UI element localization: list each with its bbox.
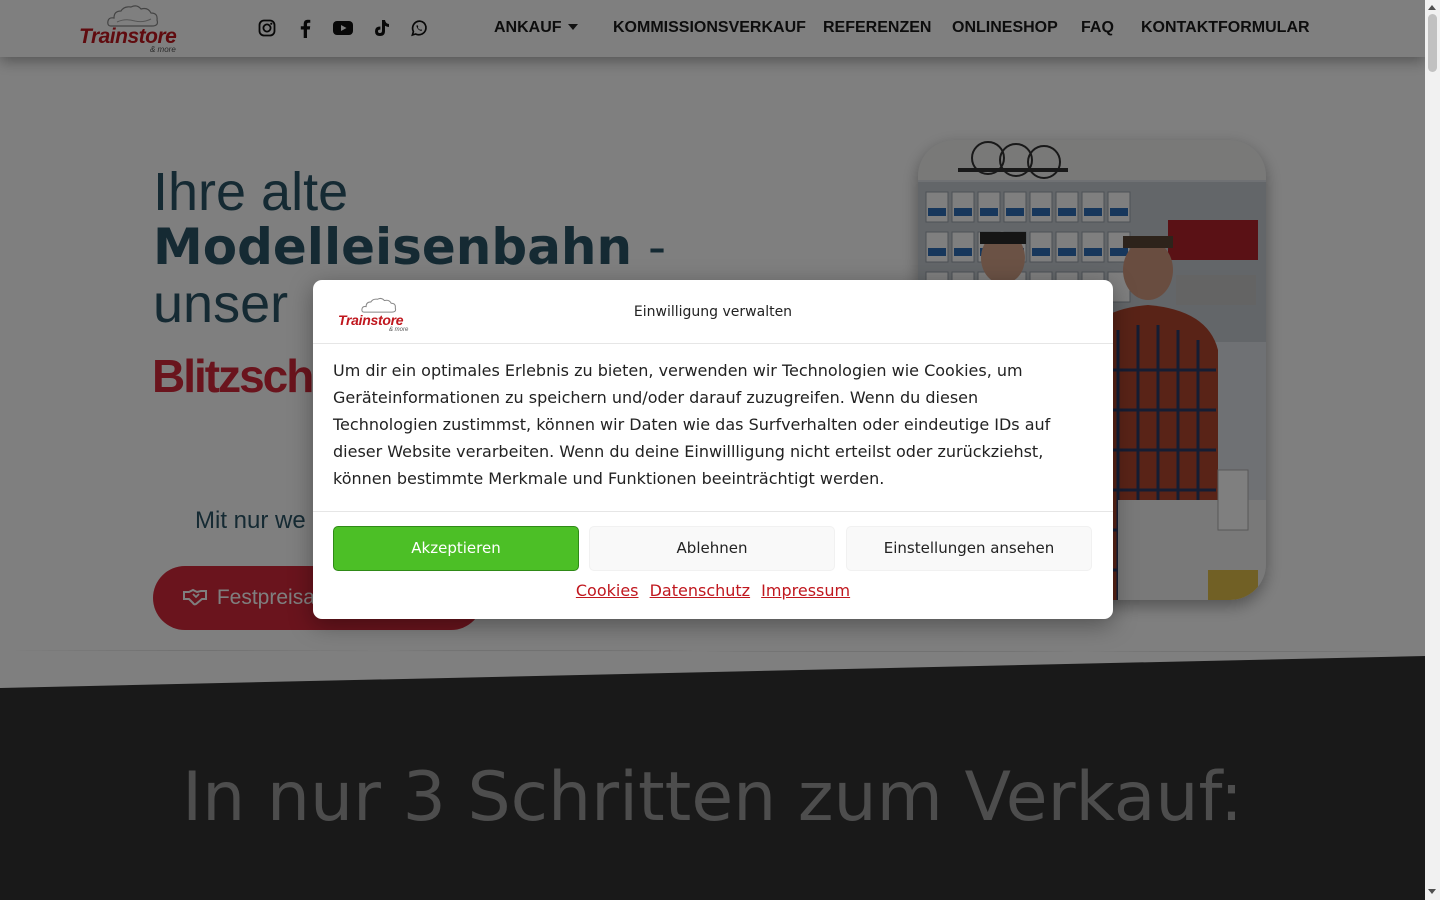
modal-divider (313, 511, 1113, 512)
datenschutz-link[interactable]: Datenschutz (650, 581, 750, 600)
modal-title: Einwilligung verwalten (633, 304, 793, 320)
scroll-down-arrow-icon[interactable] (1428, 889, 1436, 894)
cookies-link[interactable]: Cookies (576, 581, 639, 600)
view-settings-button[interactable]: Einstellungen ansehen (846, 526, 1092, 571)
legal-links: Cookies Datenschutz Impressum (313, 581, 1113, 600)
consent-text: Um dir ein optimales Erlebnis zu bieten,… (333, 361, 1051, 488)
accept-button[interactable]: Akzeptieren (333, 526, 579, 571)
scrollbar-thumb[interactable] (1428, 14, 1437, 72)
modal-header: Trainstore & more Einwilligung verwalten (313, 280, 1113, 344)
scrollbar[interactable] (1425, 0, 1440, 900)
impressum-link[interactable]: Impressum (761, 581, 850, 600)
deny-button[interactable]: Ablehnen (589, 526, 835, 571)
cookie-consent-modal: Trainstore & more Einwilligung verwalten… (313, 280, 1113, 619)
modal-logo-sub: & more (389, 327, 409, 333)
scroll-up-arrow-icon[interactable] (1428, 5, 1436, 10)
